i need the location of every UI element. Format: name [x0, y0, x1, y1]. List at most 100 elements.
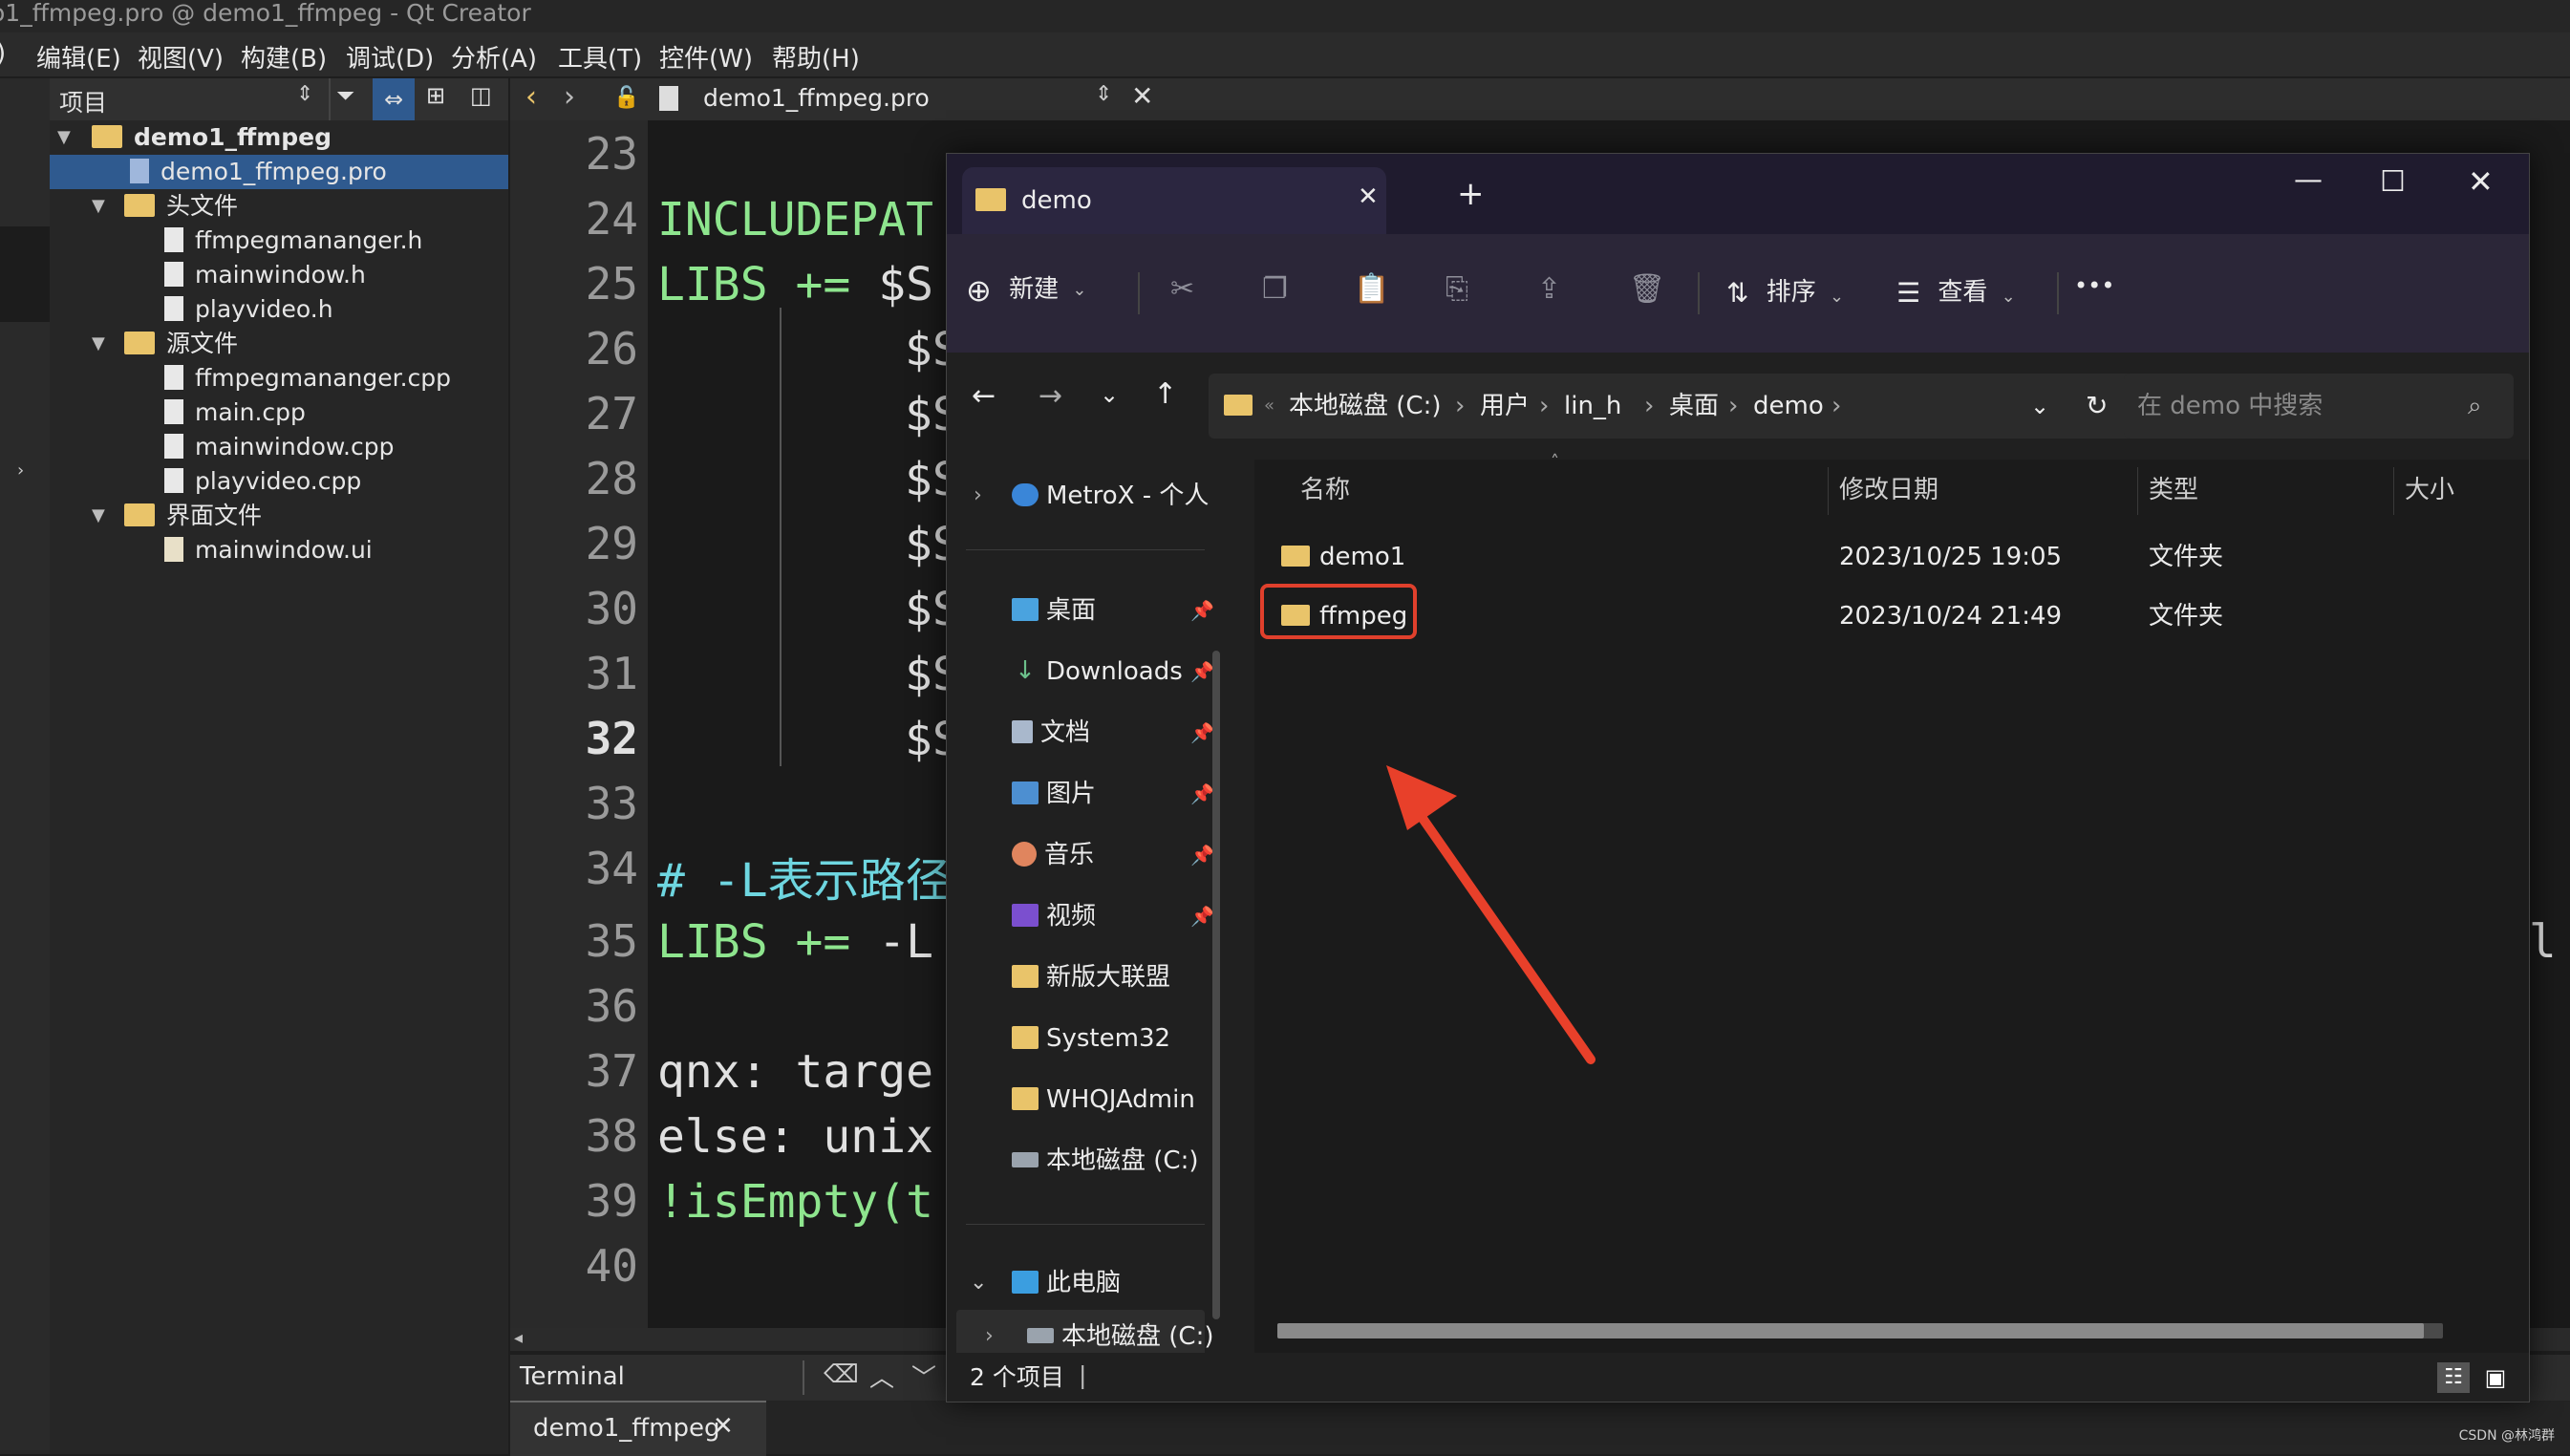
file-dropdown-icon[interactable]: ⇕: [1095, 82, 1112, 106]
link-sync-icon[interactable]: ⇔: [373, 78, 415, 120]
collapse-arrow-icon[interactable]: ▼: [92, 499, 105, 533]
tree-item-sources[interactable]: ▼ 源文件: [50, 327, 508, 361]
filter-icon[interactable]: ⏷: [336, 82, 354, 109]
menu-edit[interactable]: 编辑(E): [36, 39, 121, 75]
split-add-icon[interactable]: ⊞: [426, 82, 445, 109]
sort-button[interactable]: ⇅ 排序 ⌄: [1726, 274, 1844, 310]
explorer-tab[interactable]: demo ✕: [962, 167, 1386, 234]
new-button[interactable]: ⊕ 新建 ⌄: [966, 272, 1086, 309]
menu-debug[interactable]: 调试(D): [346, 39, 434, 75]
column-divider[interactable]: [2137, 467, 2138, 515]
tree-item-file[interactable]: mainwindow.ui: [50, 533, 508, 567]
rename-icon[interactable]: ⎘: [1446, 272, 1468, 306]
nav-item-onedrive[interactable]: › MetroX - 个人: [947, 469, 1214, 523]
tree-item-file[interactable]: playvideo.h: [50, 292, 508, 327]
menu-analyze[interactable]: 分析(A): [451, 39, 537, 75]
sort-updown-icon[interactable]: ⇕: [296, 82, 313, 106]
up-arrow-icon[interactable]: ↑: [1153, 377, 1177, 411]
breadcrumb-demo[interactable]: demo: [1753, 374, 1824, 439]
pin-icon[interactable]: 📌: [1190, 767, 1214, 821]
tree-item-pro-file[interactable]: demo1_ffmpeg.pro: [50, 155, 508, 189]
nav-item-documents[interactable]: 文档 📌: [947, 706, 1214, 760]
column-type[interactable]: 类型: [2149, 460, 2198, 521]
breadcrumb-desktop[interactable]: 桌面: [1669, 374, 1719, 439]
nav-item-this-pc[interactable]: ⌄ 此电脑: [947, 1256, 1214, 1310]
clear-icon[interactable]: ⌫: [824, 1360, 859, 1389]
pin-icon[interactable]: 📌: [1190, 889, 1214, 943]
copy-icon[interactable]: ❐: [1262, 272, 1288, 306]
forward-icon[interactable]: ›: [564, 80, 575, 114]
lock-icon[interactable]: 🔓: [613, 86, 639, 110]
back-arrow-icon[interactable]: ←: [972, 379, 996, 413]
expand-arrow-icon[interactable]: ›: [17, 460, 24, 481]
back-icon[interactable]: ‹: [525, 80, 537, 114]
column-divider[interactable]: [1828, 467, 1829, 515]
collapse-arrow-icon[interactable]: ▼: [92, 327, 105, 361]
menu-tools[interactable]: 工具(T): [558, 39, 642, 75]
cut-icon[interactable]: ✂: [1170, 272, 1194, 306]
nav-item-folder[interactable]: 新版大联盟: [947, 951, 1214, 1004]
chevron-up-icon[interactable]: ︿: [869, 1359, 894, 1394]
tree-item-file[interactable]: ffmpegmananger.h: [50, 224, 508, 258]
collapse-arrow-icon[interactable]: ▼: [57, 120, 71, 155]
close-file-icon[interactable]: ✕: [1131, 80, 1153, 112]
minimize-icon[interactable]: —: [2294, 163, 2323, 197]
nav-item-folder[interactable]: WHQJAdmin: [947, 1073, 1214, 1126]
breadcrumb-user[interactable]: lin_h: [1564, 374, 1621, 439]
tree-item-file[interactable]: ffmpegmananger.cpp: [50, 361, 508, 396]
horizontal-scrollbar[interactable]: [1277, 1323, 2443, 1338]
scrollbar-thumb[interactable]: [1277, 1323, 2424, 1338]
recent-chevron-icon[interactable]: ⌄: [1100, 381, 1119, 408]
menu-view[interactable]: 视图(V): [138, 39, 224, 75]
tree-item-file[interactable]: playvideo.cpp: [50, 464, 508, 499]
scroll-left-icon[interactable]: ◂: [514, 1328, 523, 1348]
menu-help[interactable]: 帮助(H): [772, 39, 860, 75]
menu-item-prefix[interactable]: ): [0, 39, 6, 68]
pin-icon[interactable]: 📌: [1190, 828, 1214, 882]
search-icon[interactable]: ⌕: [2468, 374, 2482, 439]
tree-item-forms[interactable]: ▼ 界面文件: [50, 499, 508, 533]
tree-item-file[interactable]: main.cpp: [50, 396, 508, 430]
new-tab-icon[interactable]: +: [1457, 175, 1485, 213]
nav-item-pictures[interactable]: 图片 📌: [947, 767, 1214, 821]
search-box[interactable]: 在 demo 中搜索 ⌕: [2124, 374, 2514, 439]
preview-view-icon[interactable]: ▣: [2479, 1362, 2512, 1393]
view-button[interactable]: ☰ 查看 ⌄: [1896, 274, 2016, 310]
tree-item-file[interactable]: mainwindow.h: [50, 258, 508, 292]
expand-chevron-icon[interactable]: ›: [974, 469, 982, 523]
column-modified[interactable]: 修改日期: [1839, 460, 1938, 521]
delete-icon[interactable]: 🗑: [1629, 272, 1665, 306]
column-size[interactable]: 大小: [2405, 460, 2454, 521]
share-icon[interactable]: ⇪: [1537, 272, 1561, 306]
pin-icon[interactable]: 📌: [1190, 645, 1214, 698]
nav-item-music[interactable]: 音乐 📌: [947, 828, 1214, 882]
nav-item-downloads[interactable]: ↓ Downloads 📌: [947, 645, 1214, 698]
menu-controls[interactable]: 控件(W): [659, 39, 753, 75]
menu-build[interactable]: 构建(B): [241, 39, 327, 75]
tree-item-file[interactable]: mainwindow.cpp: [50, 430, 508, 464]
pin-icon[interactable]: 📌: [1190, 706, 1214, 760]
more-options-icon[interactable]: •••: [2074, 272, 2114, 299]
nav-item-folder[interactable]: System32: [947, 1012, 1214, 1065]
pin-icon[interactable]: 📌: [1190, 584, 1214, 637]
maximize-icon[interactable]: ☐: [2380, 165, 2406, 199]
refresh-icon[interactable]: ↻: [2086, 374, 2108, 439]
expanded-chevron-icon[interactable]: ⌄: [970, 1256, 987, 1310]
breadcrumb-drive[interactable]: 本地磁盘 (C:): [1289, 374, 1441, 439]
nav-item-drive[interactable]: 本地磁盘 (C:): [947, 1134, 1214, 1188]
close-tab-icon[interactable]: ✕: [713, 1412, 734, 1441]
terminal-tab[interactable]: demo1_ffmpeg ✕: [510, 1401, 766, 1456]
tree-item-headers[interactable]: ▼ 头文件: [50, 189, 508, 224]
tree-item-root[interactable]: ▼ demo1_ffmpeg: [50, 120, 508, 155]
overflow-icon[interactable]: «: [1264, 374, 1274, 439]
collapse-arrow-icon[interactable]: ▼: [92, 189, 105, 224]
chevron-down-icon[interactable]: ﹀: [911, 1359, 936, 1394]
nav-scrollbar-thumb[interactable]: [1212, 651, 1220, 1319]
close-panel-icon[interactable]: ◫: [470, 82, 492, 109]
open-file-name[interactable]: demo1_ffmpeg.pro: [703, 84, 930, 112]
breadcrumb-users[interactable]: 用户: [1480, 374, 1530, 439]
address-bar[interactable]: « 本地磁盘 (C:) › 用户 › lin_h › 桌面 › demo › ⌄…: [1209, 374, 2139, 439]
nav-item-desktop[interactable]: 桌面 📌: [947, 584, 1214, 637]
nav-item-videos[interactable]: 视频 📌: [947, 889, 1214, 943]
details-view-icon[interactable]: ☷: [2437, 1362, 2470, 1393]
